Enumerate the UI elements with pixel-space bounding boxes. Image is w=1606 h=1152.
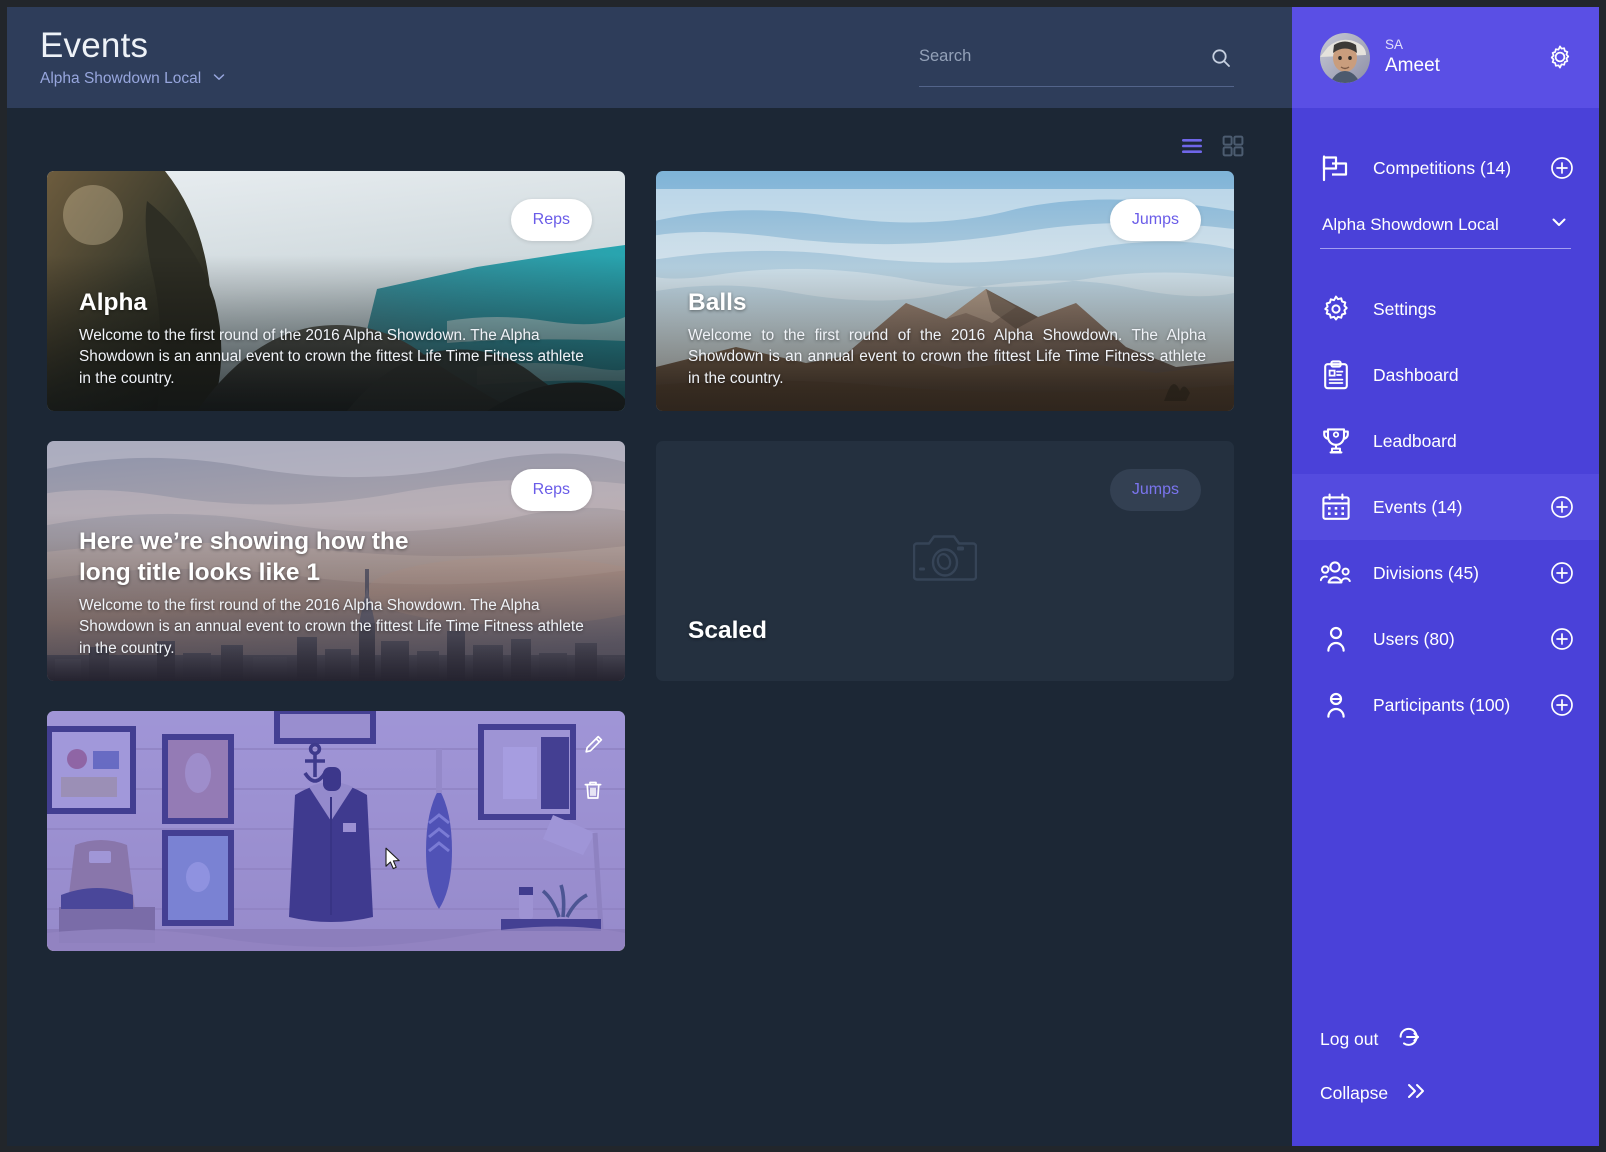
sidebar-item-label: Competitions (14) <box>1373 157 1550 179</box>
clipboard-icon <box>1320 360 1352 390</box>
user-icon <box>1320 625 1352 653</box>
event-card[interactable]: Reps Alpha Welcome to the first round of… <box>47 171 625 411</box>
sidebar-item-divisions[interactable]: Divisions (45) <box>1292 540 1599 606</box>
sidebar-spacer <box>1292 249 1599 276</box>
sidebar: SA Ameet Competiti <box>1292 7 1599 1146</box>
grid-view-icon[interactable] <box>1221 134 1245 158</box>
sidebar-item-dashboard[interactable]: Dashboard <box>1292 342 1599 408</box>
title-block: Events Alpha Showdown Local <box>40 26 227 90</box>
event-badge[interactable]: Jumps <box>1110 199 1201 241</box>
view-toggle-group <box>1180 134 1245 158</box>
sidebar-item-settings[interactable]: Settings <box>1292 276 1599 342</box>
sidebar-item-users[interactable]: Users (80) <box>1292 606 1599 672</box>
event-title: Balls <box>688 287 1206 318</box>
page-title: Events <box>40 26 227 66</box>
plus-circle-icon[interactable] <box>1550 693 1574 717</box>
sidebar-item-competitions[interactable]: Competitions (14) <box>1292 135 1599 201</box>
event-badge[interactable]: Reps <box>511 469 592 511</box>
sidebar-item-label: Divisions (45) <box>1373 562 1550 584</box>
event-card-body: Here we’re showing how the long title lo… <box>79 526 597 660</box>
group-icon <box>1320 560 1352 586</box>
event-card[interactable]: Reps Here we’re showing how the long tit… <box>47 441 625 681</box>
plus-circle-icon[interactable] <box>1550 561 1574 585</box>
plus-circle-icon[interactable] <box>1550 156 1574 180</box>
sidebar-user-info: SA Ameet <box>1385 37 1547 78</box>
sidebar-item-label: Leadboard <box>1373 430 1574 452</box>
competition-select-value: Alpha Showdown Local <box>1322 214 1499 236</box>
event-title: Alpha <box>79 287 597 318</box>
competition-breadcrumb[interactable]: Alpha Showdown Local <box>40 69 227 90</box>
user-name: Ameet <box>1385 54 1547 78</box>
event-card-body: Alpha Welcome to the first round of the … <box>79 287 597 390</box>
sidebar-item-label: Participants (100) <box>1373 694 1550 716</box>
search-bar[interactable] <box>919 45 1234 87</box>
sidebar-item-label: Dashboard <box>1373 364 1574 386</box>
sidebar-user-header[interactable]: SA Ameet <box>1292 7 1599 108</box>
logout-label: Log out <box>1320 1028 1378 1050</box>
event-title: Scaled <box>688 615 1206 646</box>
event-card-body: Balls Welcome to the first round of the … <box>688 287 1206 390</box>
event-badge[interactable]: Reps <box>511 199 592 241</box>
trophy-icon <box>1320 426 1352 456</box>
event-card[interactable]: Jumps Scaled <box>656 441 1234 681</box>
event-card-body: Scaled <box>688 615 1206 653</box>
sidebar-item-label: Users (80) <box>1373 628 1550 650</box>
breadcrumb-label: Alpha Showdown Local <box>40 70 201 88</box>
event-description: Welcome to the first round of the 2016 A… <box>688 325 1206 390</box>
event-badge[interactable]: Jumps <box>1110 469 1201 511</box>
event-title: Here we’re showing how the long title lo… <box>79 526 439 588</box>
events-grid-scroll: Reps Alpha Welcome to the first round of… <box>7 108 1292 1146</box>
double-chevron-right-icon <box>1404 1081 1428 1106</box>
list-view-icon[interactable] <box>1180 134 1204 158</box>
competition-select[interactable]: Alpha Showdown Local <box>1320 212 1571 249</box>
card-action-group <box>579 731 607 804</box>
flag-icon <box>1320 154 1352 182</box>
collapse-button[interactable]: Collapse <box>1292 1066 1599 1120</box>
sidebar-item-label: Events (14) <box>1373 496 1550 518</box>
sidebar-item-participants[interactable]: Participants (100) <box>1292 672 1599 738</box>
sidebar-nav: Competitions (14) Alpha Showdown Local <box>1292 108 1599 1012</box>
camera-icon <box>913 530 977 593</box>
sidebar-item-label: Settings <box>1373 298 1574 320</box>
gear-icon <box>1320 294 1352 324</box>
sidebar-footer: Log out Collapse <box>1292 1012 1599 1146</box>
main-content-area: Events Alpha Showdown Local <box>7 7 1292 1146</box>
participant-icon <box>1320 691 1352 719</box>
search-icon[interactable] <box>1208 45 1234 71</box>
logout-button[interactable]: Log out <box>1292 1012 1599 1066</box>
plus-circle-icon[interactable] <box>1550 627 1574 651</box>
sidebar-item-leadboard[interactable]: Leadboard <box>1292 408 1599 474</box>
sidebar-item-events[interactable]: Events (14) <box>1292 474 1599 540</box>
event-description: Welcome to the first round of the 2016 A… <box>79 325 597 390</box>
logout-icon <box>1394 1025 1420 1054</box>
app-window: Events Alpha Showdown Local <box>0 0 1606 1152</box>
event-description: Welcome to the first round of the 2016 A… <box>79 595 597 660</box>
pencil-icon[interactable] <box>579 731 607 759</box>
calendar-icon <box>1320 493 1352 521</box>
trash-icon[interactable] <box>579 776 607 804</box>
chevron-down-icon <box>1549 212 1569 237</box>
plus-circle-icon[interactable] <box>1550 495 1574 519</box>
event-card[interactable]: Jumps Balls Welcome to the first round o… <box>656 171 1234 411</box>
gear-icon[interactable] <box>1547 44 1575 72</box>
user-initials: SA <box>1385 37 1547 53</box>
event-card[interactable] <box>47 711 625 951</box>
chevron-down-icon <box>211 69 227 90</box>
collapse-label: Collapse <box>1320 1082 1388 1104</box>
events-grid: Reps Alpha Welcome to the first round of… <box>7 171 1292 951</box>
hover-overlay <box>47 711 625 951</box>
search-input[interactable] <box>919 45 1169 67</box>
top-bar: Events Alpha Showdown Local <box>7 7 1292 108</box>
avatar <box>1320 33 1370 83</box>
